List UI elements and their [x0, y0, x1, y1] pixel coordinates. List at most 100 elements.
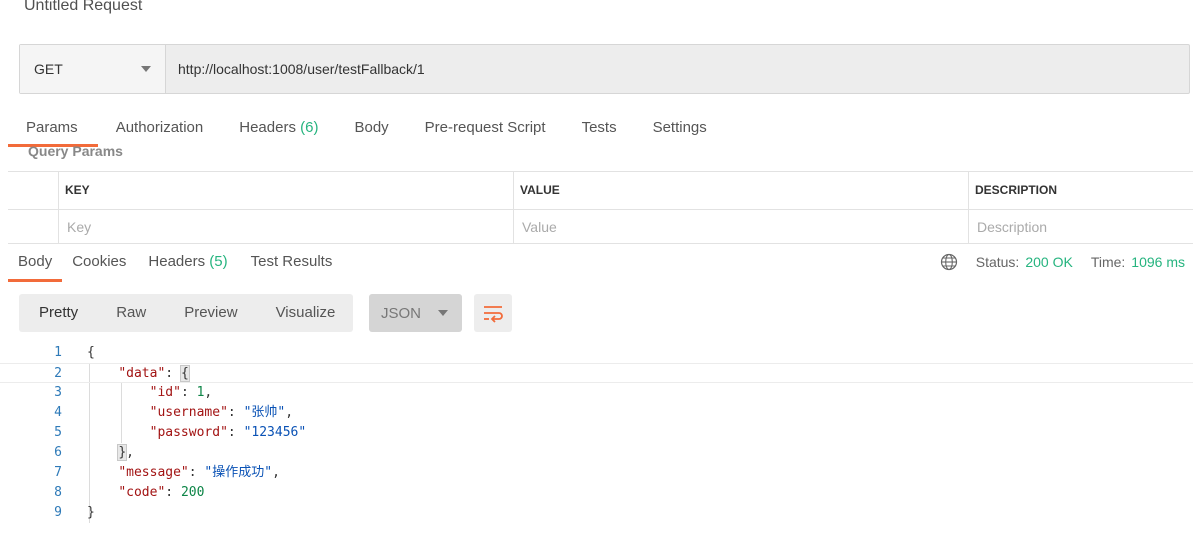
json-key: "data" [118, 366, 166, 381]
wrap-lines-button[interactable] [474, 294, 512, 332]
code-line: 5 "password": "123456" [0, 423, 1193, 443]
response-body-code[interactable]: 1{2 "data": {3 "id": 1, 4 "username": "张帅… [0, 343, 1193, 523]
view-visualize-button[interactable]: Visualize [256, 294, 354, 332]
code-line: 6 }, [0, 443, 1193, 463]
method-select[interactable]: GET [20, 45, 166, 93]
code-line: 3 "id": 1, [0, 383, 1193, 403]
tab-pre-request-script[interactable]: Pre-request Script [407, 110, 564, 146]
line-number: 5 [54, 425, 62, 440]
code-line: 7 "message": "操作成功", [0, 463, 1193, 483]
tab-headers[interactable]: Headers (6) [221, 110, 336, 146]
json-punctuation [87, 465, 118, 480]
status-label: Status: [975, 254, 1020, 270]
json-punctuation [87, 445, 118, 460]
tab-body[interactable]: Body [336, 110, 406, 146]
json-key: "username" [149, 405, 228, 420]
json-punctuation [87, 385, 150, 400]
json-punctuation: : [227, 425, 244, 440]
column-header-value: VALUE [513, 172, 968, 209]
url-bar: GET [19, 44, 1190, 94]
json-string: "123456" [243, 425, 307, 440]
response-tab-headers[interactable]: Headers (5) [136, 244, 240, 280]
json-punctuation: } [87, 505, 95, 520]
view-preview-button[interactable]: Preview [164, 294, 255, 332]
code-text: "username": "张帅", [87, 403, 293, 423]
status-value[interactable]: 200 OK [1025, 254, 1072, 270]
tab-authorization[interactable]: Authorization [98, 110, 222, 146]
view-pretty-button[interactable]: Pretty [19, 294, 96, 332]
line-number: 2 [54, 366, 62, 381]
chevron-down-icon [438, 310, 448, 316]
json-punctuation [87, 366, 118, 381]
tab-tests[interactable]: Tests [564, 110, 635, 146]
json-punctuation: , [285, 405, 294, 420]
json-punctuation: : [188, 465, 205, 480]
column-header-key: KEY [58, 172, 513, 209]
json-punctuation [87, 485, 118, 500]
response-tabs: Body Cookies Headers (5) Test Results [8, 244, 343, 282]
response-tab-cookies[interactable]: Cookies [62, 244, 136, 280]
code-line: 4 "username": "张帅", [0, 403, 1193, 423]
code-text: "data": { [87, 364, 190, 384]
format-label: JSON [381, 304, 422, 322]
request-title[interactable]: Untitled Request [24, 0, 142, 15]
code-text: }, [87, 443, 134, 463]
param-description-input[interactable] [969, 210, 1193, 243]
line-number: 7 [54, 465, 62, 480]
line-number: 1 [54, 345, 62, 360]
method-label: GET [34, 61, 63, 77]
json-punctuation [87, 425, 150, 440]
globe-icon[interactable] [940, 253, 958, 271]
response-status: Status: 200 OK Time: 1096 ms [940, 252, 1185, 272]
code-text: "id": 1, [87, 383, 213, 403]
time-label: Time: [1090, 254, 1126, 270]
json-number: 200 [180, 485, 205, 500]
json-punctuation: { [87, 345, 95, 360]
json-punctuation: : [180, 385, 197, 400]
code-text: "code": 200 [87, 483, 204, 503]
query-params-table: KEY VALUE DESCRIPTION [8, 171, 1193, 244]
param-value-input[interactable] [514, 210, 968, 243]
code-text: "password": "123456" [87, 423, 307, 443]
headers-count: (6) [300, 119, 319, 136]
url-input[interactable] [166, 45, 1189, 93]
tab-params[interactable]: Params [8, 110, 98, 147]
json-punctuation: } [117, 444, 128, 461]
query-params-label: Query Params [28, 143, 123, 159]
line-number: 6 [54, 445, 62, 460]
json-punctuation: , [272, 465, 280, 480]
request-tabs: Params Authorization Headers (6) Body Pr… [8, 110, 725, 147]
json-punctuation: : [165, 366, 181, 381]
param-key-input[interactable] [59, 210, 513, 243]
response-tab-body[interactable]: Body [8, 244, 63, 282]
json-string: "张帅" [243, 405, 286, 420]
response-headers-count: (5) [209, 253, 228, 270]
wrap-lines-icon [484, 306, 503, 323]
json-punctuation: : [165, 485, 181, 500]
table-row [8, 210, 1193, 244]
tab-settings[interactable]: Settings [635, 110, 725, 146]
json-punctuation: , [126, 445, 134, 460]
json-key: "code" [118, 485, 166, 500]
checkbox-column-header [8, 172, 58, 209]
time-value[interactable]: 1096 ms [1131, 254, 1185, 270]
json-key: "message" [118, 465, 189, 480]
json-key: "id" [149, 385, 181, 400]
row-checkbox-cell [8, 210, 58, 243]
code-line: 9} [0, 503, 1193, 523]
line-number: 3 [54, 385, 62, 400]
code-text: "message": "操作成功", [87, 463, 280, 483]
view-mode-bar: Pretty Raw Preview Visualize [19, 294, 354, 332]
code-line: 8 "code": 200 [0, 483, 1193, 503]
format-select[interactable]: JSON [369, 294, 462, 332]
view-raw-button[interactable]: Raw [96, 294, 164, 332]
response-tab-test-results[interactable]: Test Results [241, 244, 343, 280]
code-line: 2 "data": { [0, 363, 1193, 383]
code-text: { [87, 343, 95, 363]
json-key: "password" [149, 425, 228, 440]
column-header-description: DESCRIPTION [968, 172, 1193, 209]
line-number: 8 [54, 485, 62, 500]
code-line: 1{ [0, 343, 1193, 363]
chevron-down-icon [141, 66, 151, 72]
line-number: 9 [54, 505, 62, 520]
